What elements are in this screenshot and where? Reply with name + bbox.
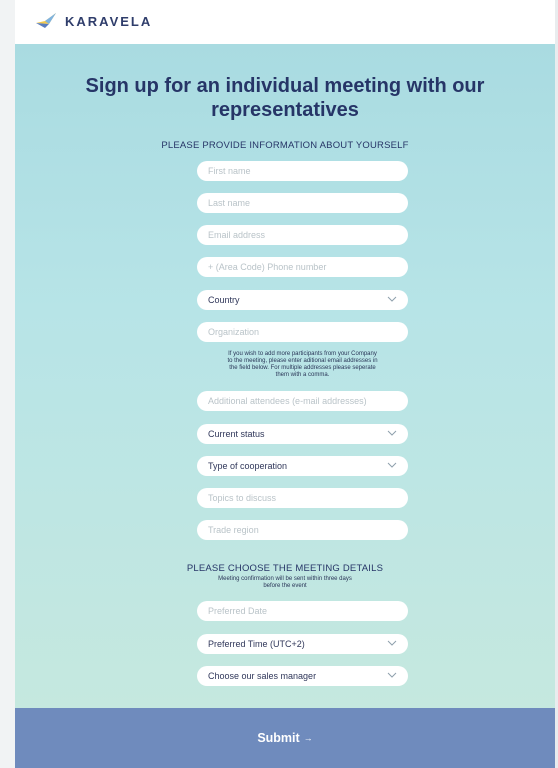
trade-region-input[interactable]: Trade region [197, 520, 408, 540]
arrow-right-icon: → [303, 733, 313, 743]
attendees-note: If you wish to add more participants fro… [197, 351, 408, 379]
additional-attendees-placeholder: Additional attendees (e-mail addresses) [208, 396, 367, 406]
email-input[interactable]: Email address [197, 225, 408, 245]
phone-placeholder: + (Area Code) Phone number [208, 262, 327, 272]
organization-placeholder: Organization [208, 327, 260, 337]
topics-input[interactable]: Topics to discuss [197, 488, 408, 508]
first-name-placeholder: First name [208, 166, 251, 176]
meeting-note-line: Meeting confirmation will be sent within… [218, 576, 352, 582]
attendees-note-line: to the meeting, please enter aditional e… [227, 358, 378, 364]
submit-bar: Submit → [15, 708, 555, 768]
meeting-details-note: Meeting confirmation will be sent within… [15, 576, 555, 590]
meeting-note-line: before the event [263, 583, 307, 589]
chevron-down-icon [387, 462, 397, 468]
country-select[interactable]: Country [197, 290, 408, 310]
meeting-details-heading: PLEASE CHOOSE THE MEETING DETAILS [186, 563, 384, 574]
current-status-select[interactable]: Current status [197, 424, 408, 444]
submit-button[interactable]: Submit → [257, 731, 312, 745]
organization-input[interactable]: Organization [197, 322, 408, 342]
country-select-value: Country [208, 295, 240, 305]
attendees-note-line: If you wish to add more participants fro… [228, 351, 377, 357]
chevron-down-icon [387, 296, 397, 302]
topics-placeholder: Topics to discuss [208, 493, 277, 503]
brand-name: KARAVELA [65, 13, 153, 29]
personal-info-heading: PLEASE PROVIDE INFORMATION ABOUT YOURSEL… [161, 140, 409, 151]
cooperation-type-select[interactable]: Type of cooperation [197, 456, 408, 476]
chevron-down-icon [387, 640, 397, 646]
bird-logo-icon [36, 13, 56, 28]
preferred-date-placeholder: Preferred Date [208, 606, 268, 616]
preferred-time-select[interactable]: Preferred Time (UTC+2) [197, 634, 408, 654]
header: KARAVELA [15, 0, 555, 45]
chevron-down-icon [387, 430, 397, 436]
trade-region-placeholder: Trade region [208, 525, 259, 535]
submit-label: Submit [257, 731, 300, 745]
page-title: Sign up for an individual meeting with o… [15, 74, 555, 122]
phone-input[interactable]: + (Area Code) Phone number [197, 257, 408, 277]
title-line-1: Sign up for an individual meeting with o… [85, 75, 485, 97]
email-placeholder: Email address [208, 230, 266, 240]
cooperation-type-value: Type of cooperation [208, 461, 288, 471]
chevron-down-icon [387, 672, 397, 678]
title-line-2: representatives [211, 99, 359, 121]
first-name-input[interactable]: First name [197, 161, 408, 181]
attendees-note-line: them with a comma. [275, 372, 330, 378]
attendees-note-line: the field below. For multiple addresses … [229, 365, 376, 371]
last-name-input[interactable]: Last name [197, 193, 408, 213]
additional-attendees-input[interactable]: Additional attendees (e-mail addresses) [197, 391, 408, 411]
left-gutter [0, 0, 15, 768]
sales-manager-value: Choose our sales manager [208, 671, 317, 681]
last-name-placeholder: Last name [208, 198, 251, 208]
current-status-value: Current status [208, 429, 265, 439]
preferred-time-value: Preferred Time (UTC+2) [208, 639, 305, 649]
signup-form-section: Sign up for an individual meeting with o… [15, 44, 555, 708]
preferred-date-input[interactable]: Preferred Date [197, 601, 408, 621]
sales-manager-select[interactable]: Choose our sales manager [197, 666, 408, 686]
page: KARAVELA Sign up for an individual meeti… [0, 0, 558, 768]
brand-logo[interactable]: KARAVELA [35, 12, 152, 30]
